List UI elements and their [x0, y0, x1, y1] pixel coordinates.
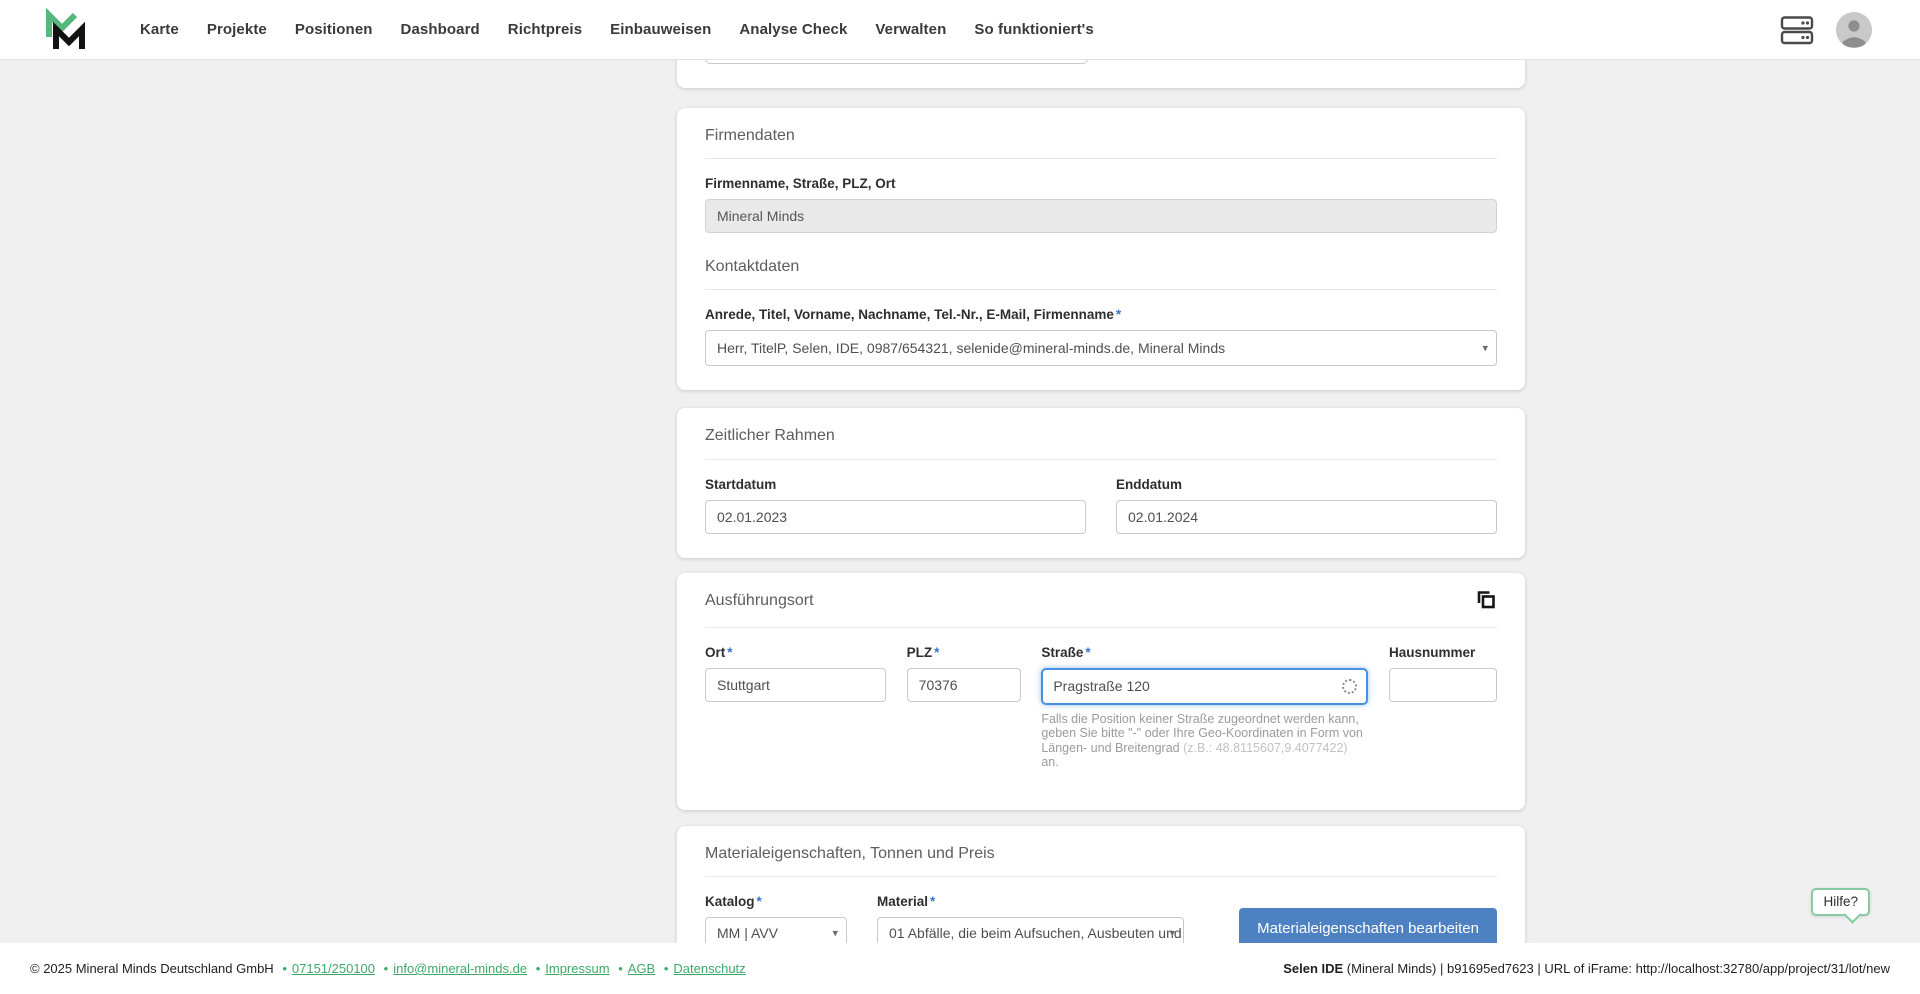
page-footer: © 2025 Mineral Minds Deutschland GmbH • 0… — [0, 943, 1920, 994]
nav-item-so-funktionierts[interactable]: So funktioniert's — [974, 21, 1093, 38]
katalog-label: Katalog * — [705, 894, 762, 910]
form-column: Firmendaten Firmenname, Straße, PLZ, Ort… — [677, 60, 1525, 943]
mineral-minds-logo[interactable] — [42, 7, 88, 53]
nav-item-analyse-check[interactable]: Analyse Check — [739, 21, 847, 38]
firmenname-label: Firmenname, Straße, PLZ, Ort — [705, 176, 896, 192]
app-content-area: Firmendaten Firmenname, Straße, PLZ, Ort… — [0, 60, 1920, 943]
hausnummer-field[interactable] — [1388, 667, 1497, 702]
materialeigenschaften-bearbeiten-button[interactable]: Materialeigenschaften bearbeiten — [1239, 908, 1497, 943]
nav-item-verwalten[interactable]: Verwalten — [875, 21, 946, 38]
copy-icon[interactable] — [1475, 589, 1497, 614]
kontakt-label: Anrede, Titel, Vorname, Nachname, Tel.-N… — [705, 307, 1122, 323]
card-materialeigenschaften: Materialeigenschaften, Tonnen und Preis … — [677, 826, 1525, 943]
card-firmendaten: Firmendaten Firmenname, Straße, PLZ, Ort… — [677, 108, 1525, 391]
enddatum-label: Enddatum — [1116, 476, 1182, 492]
footer-status-text: Selen IDE (Mineral Minds) | b91695ed7623… — [1283, 961, 1890, 976]
strasse-field[interactable] — [1041, 667, 1369, 705]
zeitlicher-rahmen-heading: Zeitlicher Rahmen — [705, 427, 835, 445]
plz-field[interactable] — [906, 667, 1021, 702]
hausnummer-label: Hausnummer — [1388, 644, 1476, 660]
footer-left: © 2025 Mineral Minds Deutschland GmbH • 0… — [30, 961, 746, 976]
material-label: Material * — [877, 894, 936, 910]
strasse-helper-text: Falls die Position keiner Straße zugeord… — [1041, 711, 1363, 770]
chevron-down-icon: ▾ — [1482, 342, 1488, 355]
user-avatar-icon[interactable] — [1836, 11, 1872, 48]
ort-field[interactable] — [705, 667, 886, 702]
startdatum-field[interactable] — [705, 499, 1086, 534]
card-partial-top — [677, 60, 1525, 88]
top-navbar: Karte Projekte Positionen Dashboard Rich… — [0, 0, 1920, 60]
divider — [705, 289, 1497, 291]
partial-input[interactable] — [705, 60, 1088, 64]
card-ausfuehrungsort: Ausführungsort Ort * Stuttgart PLZ * 703… — [677, 572, 1525, 811]
plz-label: PLZ * — [906, 644, 940, 660]
server-icon[interactable] — [1780, 15, 1814, 45]
footer-link-impressum[interactable]: Impressum — [545, 961, 609, 976]
firmenname-field — [705, 199, 1497, 234]
chevron-down-icon: ▾ — [1169, 927, 1175, 940]
strasse-label: Straße * — [1041, 644, 1091, 660]
firmendaten-heading: Firmendaten — [705, 127, 795, 144]
nav-item-dashboard[interactable]: Dashboard — [401, 21, 480, 38]
footer-link-phone[interactable]: 07151/250100 — [292, 961, 375, 976]
nav-item-projekte[interactable]: Projekte — [207, 21, 267, 38]
card-zeitlicher-rahmen: Zeitlicher Rahmen Startdatum Enddatum — [677, 408, 1525, 558]
chevron-down-icon: ▾ — [832, 927, 838, 940]
enddatum-field[interactable] — [1116, 499, 1497, 534]
material-heading: Materialeigenschaften, Tonnen und Preis — [705, 845, 995, 863]
footer-link-email[interactable]: info@mineral-minds.de — [393, 961, 527, 976]
startdatum-label: Startdatum — [705, 476, 777, 492]
copyright-text: © 2025 Mineral Minds Deutschland GmbH — [30, 961, 274, 976]
katalog-select[interactable]: MM | AVV ▾ — [705, 917, 847, 943]
kontakt-select[interactable]: Herr, TitelP, Selen, IDE, 0987/654321, s… — [705, 330, 1497, 367]
help-button[interactable]: Hilfe? — [1811, 888, 1870, 916]
main-nav: Karte Projekte Positionen Dashboard Rich… — [140, 21, 1094, 38]
footer-link-agb[interactable]: AGB — [628, 961, 655, 976]
nav-item-einbauweisen[interactable]: Einbauweisen — [610, 21, 711, 38]
ort-label: Ort * — [705, 644, 733, 660]
kontaktdaten-heading: Kontaktdaten — [705, 258, 800, 276]
material-select[interactable]: 01 Abfälle, die beim Aufsuchen, Ausbeute… — [877, 917, 1184, 943]
divider — [705, 158, 1497, 160]
nav-item-karte[interactable]: Karte — [140, 21, 179, 38]
nav-item-positionen[interactable]: Positionen — [295, 21, 373, 38]
nav-item-richtpreis[interactable]: Richtpreis — [508, 21, 582, 38]
navbar-right — [1780, 11, 1872, 48]
ausfuehrungsort-heading: Ausführungsort — [705, 591, 814, 609]
loading-spinner-icon — [1342, 678, 1358, 694]
footer-link-datenschutz[interactable]: Datenschutz — [673, 961, 745, 976]
